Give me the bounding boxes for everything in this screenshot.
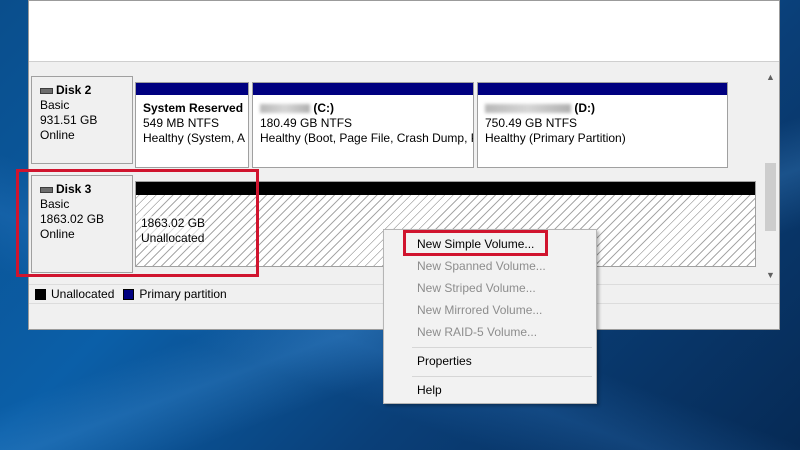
volume-detail: 750.49 GB NTFS (485, 116, 578, 130)
unallocated-bar (136, 182, 755, 195)
unallocated-label: Unallocated (141, 231, 205, 245)
vertical-scrollbar[interactable]: ▲ ▼ (762, 69, 779, 283)
unallocated-size: 1863.02 GB (141, 216, 206, 230)
legend-unallocated: Unallocated (51, 287, 115, 301)
unallocated-text: 1863.02 GB Unallocated (141, 216, 206, 246)
volume-c[interactable]: (C:) 180.49 GB NTFS Healthy (Boot, Page … (252, 82, 474, 168)
disk-2-label[interactable]: Disk 2 Basic 931.51 GB Online (31, 76, 133, 164)
primary-partition-bar (136, 83, 248, 95)
menu-help[interactable]: Help (384, 379, 596, 401)
menu-new-simple-volume[interactable]: New Simple Volume... (384, 233, 596, 255)
legend-swatch-primary (123, 288, 135, 300)
menu-separator (412, 376, 592, 377)
disk-3-label[interactable]: Disk 3 Basic 1863.02 GB Online (31, 175, 133, 273)
volume-list-pane[interactable] (29, 1, 779, 62)
volume-detail: 180.49 GB NTFS (260, 116, 353, 130)
disk-2-name: Disk 2 (56, 83, 92, 97)
chevron-down-icon[interactable]: ▼ (762, 267, 779, 283)
volume-health: Healthy (Primary Partition) (485, 131, 626, 145)
volume-system-reserved[interactable]: System Reserved 549 MB NTFS Healthy (Sys… (135, 82, 249, 168)
context-menu: New Simple Volume... New Spanned Volume.… (383, 229, 597, 404)
disk-3-name: Disk 3 (56, 182, 92, 196)
menu-new-raid5-volume[interactable]: New RAID-5 Volume... (384, 321, 596, 343)
volume-title: System Reserved (143, 101, 244, 115)
primary-partition-bar (478, 83, 727, 95)
menu-new-mirrored-volume[interactable]: New Mirrored Volume... (384, 299, 596, 321)
volume-health: Healthy (Boot, Page File, Crash Dump, P (260, 131, 474, 145)
disk-3-name-row: Disk 3 (40, 182, 132, 197)
legend-swatch-unallocated (35, 288, 46, 300)
volume-drive-letter: (D:) (574, 101, 595, 115)
volume-d[interactable]: (D:) 750.49 GB NTFS Healthy (Primary Par… (477, 82, 728, 168)
disk-3-status: Online (40, 227, 75, 241)
disk-2-size: 931.51 GB (40, 113, 98, 127)
menu-separator (412, 347, 592, 348)
disk-3-size: 1863.02 GB (40, 212, 105, 226)
menu-new-striped-volume[interactable]: New Striped Volume... (384, 277, 596, 299)
disk-3-type: Basic (40, 197, 70, 211)
menu-properties[interactable]: Properties (384, 350, 596, 372)
disk-2-type: Basic (40, 98, 70, 112)
redacted-volume-name (260, 104, 310, 114)
redacted-volume-name (485, 104, 571, 114)
legend-primary-partition: Primary partition (139, 287, 227, 301)
disk-drive-icon (40, 186, 53, 193)
disk-drive-icon (40, 87, 53, 94)
menu-new-spanned-volume[interactable]: New Spanned Volume... (384, 255, 596, 277)
volume-title-row: (D:) (485, 101, 727, 116)
volume-drive-letter: (C:) (313, 101, 334, 115)
primary-partition-bar (253, 83, 473, 95)
volume-health: Healthy (System, A (143, 131, 246, 145)
volume-detail: 549 MB NTFS (143, 116, 220, 130)
disk-2-status: Online (40, 128, 75, 142)
scrollbar-thumb[interactable] (765, 163, 776, 231)
chevron-up-icon[interactable]: ▲ (762, 69, 779, 85)
volume-title-row: (C:) (260, 101, 473, 116)
disk-2-name-row: Disk 2 (40, 83, 132, 98)
